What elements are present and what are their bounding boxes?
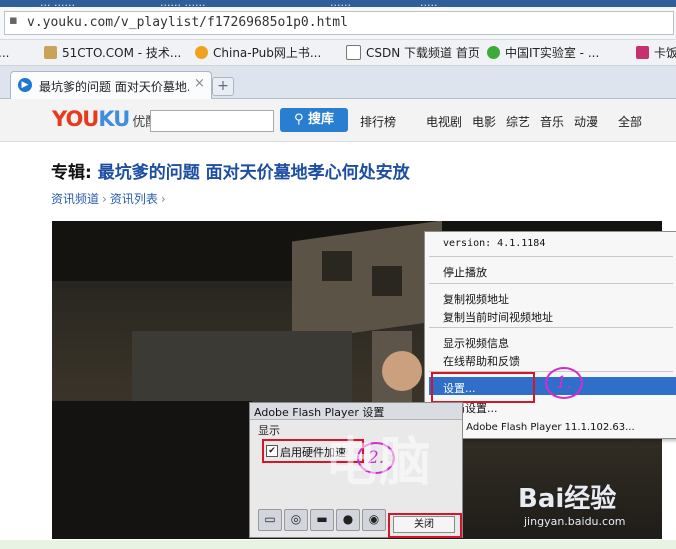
camera-icon[interactable]: ◎ xyxy=(284,509,308,531)
close-button[interactable]: 关闭 xyxy=(393,516,455,533)
nav-music[interactable]: 音乐 xyxy=(540,113,564,130)
bookmark-label: 卡饭 xyxy=(654,46,676,60)
video-frame-detail xyxy=(322,251,352,281)
page-icon xyxy=(346,45,361,60)
video-frame-detail xyxy=(372,266,402,296)
breadcrumb: 资讯频道 › 资讯列表 › xyxy=(51,190,169,207)
youku-header: YOUKU 优酷 ⚲ 搜库 排行榜 电视剧 电影 综艺 音乐 动漫 全部 xyxy=(0,99,676,142)
bookmark-item-chinapub[interactable]: China-Pub网上书... xyxy=(195,44,321,61)
bookmarks-bar: ... 51CTO.COM - 技术... China-Pub网上书... CS… xyxy=(0,40,676,66)
bookmark-label: 51CTO.COM - 技术... xyxy=(62,46,182,60)
hardware-acceleration-checkbox[interactable]: ✔ xyxy=(266,445,278,457)
annotation-marker-1: 1. xyxy=(545,367,583,399)
tab-strip: ▶ 最坑爹的问题 面对天价墓地... × + xyxy=(0,66,676,99)
logo-ku: KU xyxy=(98,107,130,131)
page-icon: ▪ xyxy=(9,13,18,28)
bookmark-item-kafan[interactable]: 卡饭 xyxy=(636,44,676,61)
menu-separator xyxy=(429,283,673,284)
video-frame-face xyxy=(382,351,422,391)
dialog-title-bar: Adobe Flash Player 设置 xyxy=(250,403,462,420)
logo-you: YOU xyxy=(52,107,99,131)
bookmark-label: China-Pub网上书... xyxy=(213,46,322,60)
menu-item-about[interactable]: 关于 Adobe Flash Player 11.1.102.63... xyxy=(443,418,635,433)
microphone-icon[interactable]: ● xyxy=(336,509,360,531)
bookmark-label: CSDN 下载频道 首页 xyxy=(366,46,480,60)
menu-item-video-info[interactable]: 显示视频信息 xyxy=(443,335,509,351)
highlight-box xyxy=(431,372,535,403)
search-button[interactable]: ⚲ 搜库 xyxy=(280,108,348,132)
bookmark-item-51cto[interactable]: 51CTO.COM - 技术... xyxy=(44,44,181,61)
kafan-icon xyxy=(636,46,649,59)
dialog-title: Adobe Flash Player 设置 xyxy=(254,406,385,419)
bookmark-label: ... xyxy=(0,45,10,60)
bookmark-item-csdn[interactable]: CSDN 下载频道 首页 xyxy=(346,44,480,61)
bookmark-item-chinaitlab[interactable]: 中国IT实验室 - ... xyxy=(487,44,599,61)
nav-anime[interactable]: 动漫 xyxy=(574,113,598,130)
webcam-icon[interactable]: ◉ xyxy=(362,509,386,531)
youku-play-icon: ▶ xyxy=(18,78,32,92)
new-tab-button[interactable]: + xyxy=(212,77,234,96)
baidu-jingyan-logo: Bai经验 xyxy=(518,484,617,514)
bookmark-label: 中国IT实验室 - ... xyxy=(505,46,600,60)
baidu-jingyan-url: jingyan.baidu.com xyxy=(524,515,626,528)
page-title-prefix: 专辑: xyxy=(51,163,92,183)
breadcrumb-item[interactable]: 资讯频道 xyxy=(51,192,99,206)
video-frame-sign xyxy=(292,221,442,342)
scissors-icon xyxy=(44,46,57,59)
breadcrumb-separator: › xyxy=(102,192,107,206)
youku-logo[interactable]: YOUKU 优酷 xyxy=(52,107,158,131)
nav-variety[interactable]: 综艺 xyxy=(506,113,530,130)
search-icon: ⚲ xyxy=(293,112,304,127)
url-input[interactable]: ▪ v.youku.com/v_playlist/f17269685o1p0.h… xyxy=(4,11,674,35)
menu-separator xyxy=(429,327,673,328)
menu-item-help[interactable]: 在线帮助和反馈 xyxy=(443,353,520,369)
tab-youku[interactable]: ▶ 最坑爹的问题 面对天价墓地... × xyxy=(10,71,212,99)
status-bar xyxy=(0,540,676,549)
video-frame-crowd xyxy=(52,401,252,539)
address-bar: ▪ v.youku.com/v_playlist/f17269685o1p0.h… xyxy=(0,7,676,40)
watermark-text: 电脑 xyxy=(325,433,434,493)
bookmark-item[interactable]: ... xyxy=(0,44,9,61)
lightning-icon xyxy=(195,46,208,59)
leaf-icon xyxy=(487,46,500,59)
menu-version: version: 4.1.1184 xyxy=(443,238,546,249)
nav-movie[interactable]: 电影 xyxy=(472,113,496,130)
close-icon[interactable]: × xyxy=(194,76,205,91)
monitor-icon[interactable]: ▭ xyxy=(258,509,282,531)
menu-item-copy-time-url[interactable]: 复制当前时间视频地址 xyxy=(443,309,553,325)
window-title-strip: ... ...... ...... ...... ...... ..... xyxy=(0,0,676,9)
tab-label: 最坑爹的问题 面对天价墓地... xyxy=(39,80,189,94)
menu-separator xyxy=(429,256,673,257)
nav-all[interactable]: 全部 xyxy=(618,113,642,130)
search-input[interactable] xyxy=(150,110,274,132)
url-text: v.youku.com/v_playlist/f17269685o1p0.htm… xyxy=(27,15,348,30)
page-title: 专辑: 最坑爹的问题 面对天价墓地孝心何处安放 xyxy=(51,158,410,183)
page-title-text[interactable]: 最坑爹的问题 面对天价墓地孝心何处安放 xyxy=(98,163,410,183)
search-button-label: 搜库 xyxy=(308,112,335,127)
breadcrumb-item[interactable]: 资讯列表 xyxy=(110,192,158,206)
nav-tv[interactable]: 电视剧 xyxy=(426,113,462,130)
folder-icon[interactable]: ▬ xyxy=(310,509,334,531)
menu-item-copy-url[interactable]: 复制视频地址 xyxy=(443,291,509,307)
nav-ranking[interactable]: 排行榜 xyxy=(360,113,396,130)
breadcrumb-separator: › xyxy=(160,192,166,206)
menu-item-stop[interactable]: 停止播放 xyxy=(443,264,487,280)
dialog-section-label: 显示 xyxy=(258,424,280,437)
